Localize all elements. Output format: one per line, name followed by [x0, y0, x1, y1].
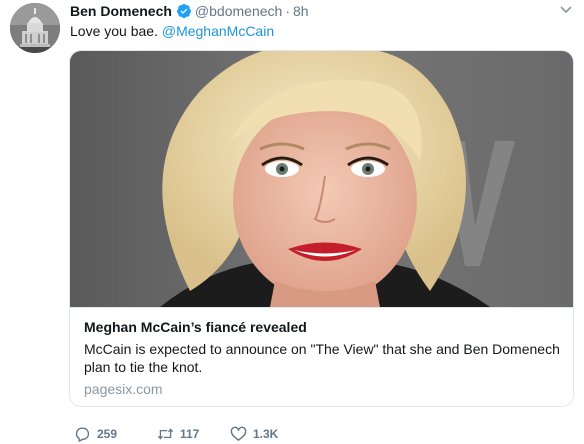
link-card[interactable]: Meghan McCain’s fiancé revealed McCain i… — [69, 50, 574, 407]
tweet-text: Love you bae. @MeghanMcCain — [70, 22, 274, 40]
mention-link[interactable]: @MeghanMcCain — [162, 23, 274, 39]
author-avatar[interactable] — [10, 3, 60, 53]
tweet-timestamp[interactable]: 8h — [293, 3, 309, 19]
card-body[interactable]: Meghan McCain’s fiancé revealed McCain i… — [70, 307, 573, 406]
reply-count: 259 — [97, 427, 118, 441]
card-description: McCain is expected to announce on "The V… — [84, 341, 560, 375]
author-name[interactable]: Ben Domenech — [70, 3, 172, 19]
tweet-body: Love you bae. — [70, 23, 158, 39]
like-count: 1.3K — [253, 427, 279, 441]
tweet[interactable]: Ben Domenech @bdomenech · 8h Love you ba… — [0, 0, 584, 444]
heart-icon — [230, 426, 247, 441]
verified-badge-icon — [176, 4, 191, 19]
tweet-header: Ben Domenech @bdomenech · 8h — [70, 3, 309, 19]
retweet-count: 117 — [180, 427, 200, 441]
reply-icon — [75, 427, 90, 442]
tweet-actions: 259 117 1.3K — [74, 426, 278, 442]
card-image[interactable] — [70, 51, 573, 307]
card-title[interactable]: Meghan McCain’s fiancé revealed — [84, 318, 559, 336]
like-button[interactable]: 1.3K — [230, 426, 278, 442]
retweet-button[interactable]: 117 — [157, 426, 230, 442]
retweet-icon — [157, 428, 174, 440]
author-handle[interactable]: @bdomenech — [195, 3, 282, 19]
card-domain: pagesix.com — [84, 381, 163, 397]
capitol-building-icon — [10, 3, 60, 53]
chevron-down-icon[interactable] — [560, 5, 572, 15]
separator-dot: · — [285, 3, 290, 19]
reply-button[interactable]: 259 — [74, 426, 157, 442]
